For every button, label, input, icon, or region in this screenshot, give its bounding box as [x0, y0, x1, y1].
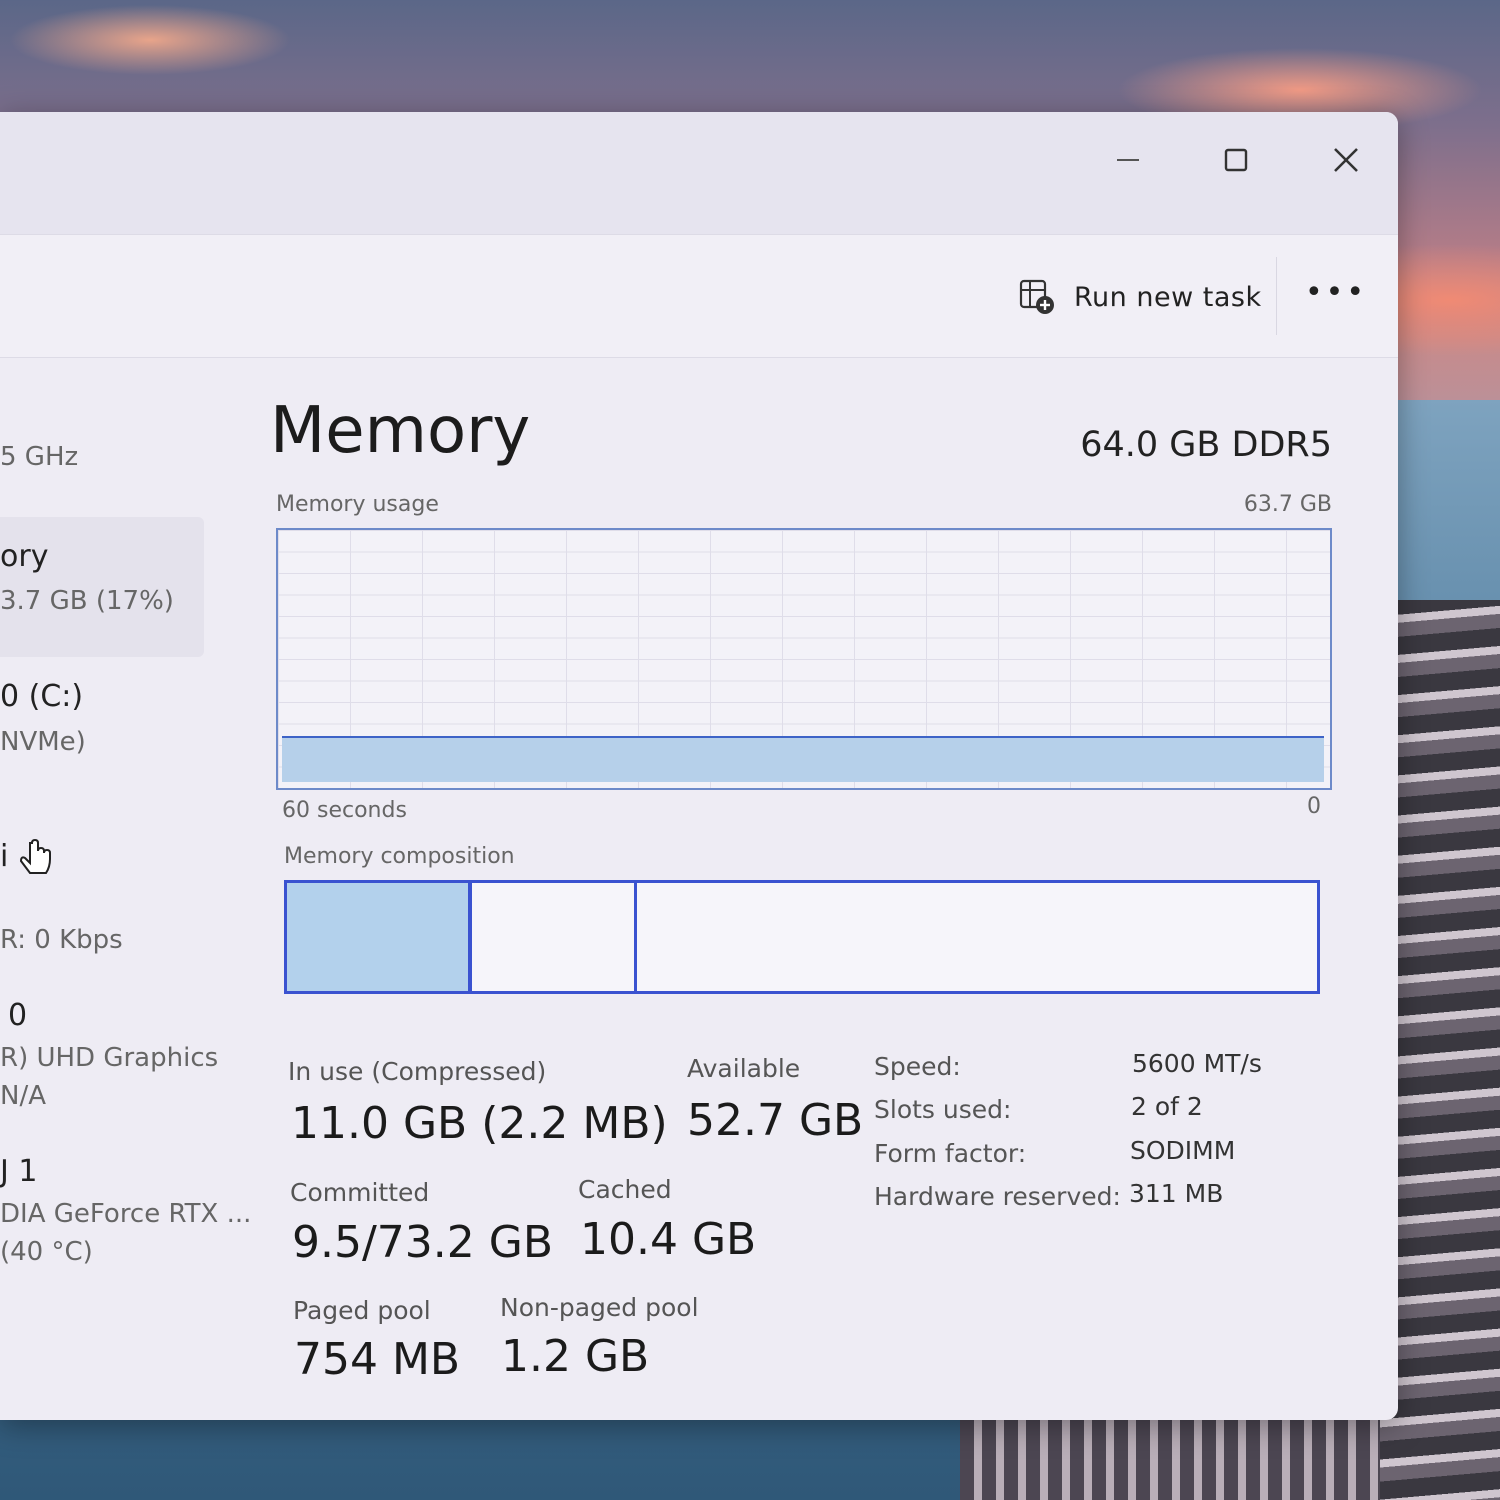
memory-usage-graph [276, 528, 1332, 790]
toolbar: Run new task ••• [0, 234, 1398, 358]
spec-slots-value: 2 of 2 [1131, 1092, 1203, 1121]
run-new-task-icon [1019, 279, 1054, 314]
sidebar-item-gpu1-label[interactable]: J 1 [0, 1154, 37, 1189]
sidebar-item-gpu0-sub2: N/A [0, 1081, 46, 1111]
memory-composition-bar [284, 880, 1320, 994]
sidebar-item-gpu0-sub: R) UHD Graphics [0, 1043, 219, 1073]
spec-form-factor-label: Form factor: [874, 1139, 1027, 1168]
run-new-task-button[interactable]: Run new task [1018, 275, 1262, 319]
composition-modified[interactable] [472, 883, 638, 991]
sidebar-item-gpu1-sub2: (40 °C) [0, 1237, 93, 1267]
close-icon [1334, 148, 1358, 172]
toolbar-divider [1276, 257, 1277, 335]
task-manager-window: Run new task ••• 5 GHz ory 3.7 GB (17%) … [0, 112, 1398, 1420]
spec-speed-value: 5600 MT/s [1132, 1049, 1262, 1078]
wallpaper-pier-bottom [960, 1420, 1380, 1500]
graph-time-right: 0 [1307, 794, 1321, 819]
sidebar-item-gpu0-label[interactable]: 0 [8, 998, 27, 1033]
sidebar-item-gpu1-sub: DIA GeForce RTX ... [0, 1199, 252, 1229]
spec-form-factor-value: SODIMM [1130, 1136, 1236, 1165]
sidebar-item-disk-sub: NVMe) [0, 727, 86, 757]
available-value: 52.7 GB [687, 1095, 864, 1146]
page-title: Memory [270, 394, 531, 468]
maximize-icon [1224, 148, 1248, 172]
spec-slots-label: Slots used: [874, 1095, 1012, 1124]
non-paged-pool-label: Non-paged pool [500, 1293, 699, 1322]
composition-in-use[interactable] [287, 883, 473, 991]
sidebar-item-disk-label[interactable]: 0 (C:) [0, 679, 83, 714]
sidebar: 5 GHz ory 3.7 GB (17%) 0 (C:) NVMe) i R:… [0, 357, 251, 1420]
minimize-button[interactable] [1098, 130, 1158, 190]
cached-value: 10.4 GB [580, 1214, 757, 1265]
paged-pool-label: Paged pool [293, 1296, 431, 1325]
more-options-button[interactable]: ••• [1300, 275, 1372, 319]
sidebar-item-cpu-sub: 5 GHz [0, 442, 79, 472]
maximize-button[interactable] [1206, 130, 1266, 190]
spec-hardware-reserved-label: Hardware reserved: [874, 1182, 1121, 1211]
memory-usage-max: 63.7 GB [1243, 492, 1332, 517]
run-new-task-label: Run new task [1074, 281, 1262, 313]
memory-usage-label: Memory usage [276, 492, 439, 517]
close-button[interactable] [1316, 130, 1376, 190]
minimize-icon [1117, 159, 1139, 161]
paged-pool-value: 754 MB [294, 1334, 461, 1385]
committed-label: Committed [290, 1178, 430, 1207]
memory-usage-fill [282, 736, 1324, 782]
title-bar [0, 112, 1398, 234]
sidebar-item-memory-label: ory [0, 539, 49, 574]
committed-value: 9.5/73.2 GB [292, 1217, 554, 1268]
in-use-label: In use (Compressed) [288, 1057, 547, 1086]
available-label: Available [687, 1054, 801, 1083]
composition-standby-free[interactable] [637, 883, 1317, 991]
memory-composition-label: Memory composition [284, 844, 515, 869]
hand-cursor-icon [19, 839, 51, 874]
sidebar-item-memory-sub: 3.7 GB (17%) [0, 586, 174, 616]
graph-time-left: 60 seconds [282, 798, 407, 823]
sidebar-item-wifi-label[interactable]: i [0, 839, 8, 874]
spec-hardware-reserved-value: 311 MB [1129, 1179, 1224, 1208]
in-use-value: 11.0 GB (2.2 MB) [291, 1098, 668, 1149]
cached-label: Cached [578, 1175, 672, 1204]
spec-speed-label: Speed: [874, 1052, 961, 1081]
non-paged-pool-value: 1.2 GB [501, 1331, 650, 1382]
memory-total: 64.0 GB DDR5 [1080, 425, 1332, 465]
sidebar-item-wifi-sub: R: 0 Kbps [0, 925, 123, 955]
